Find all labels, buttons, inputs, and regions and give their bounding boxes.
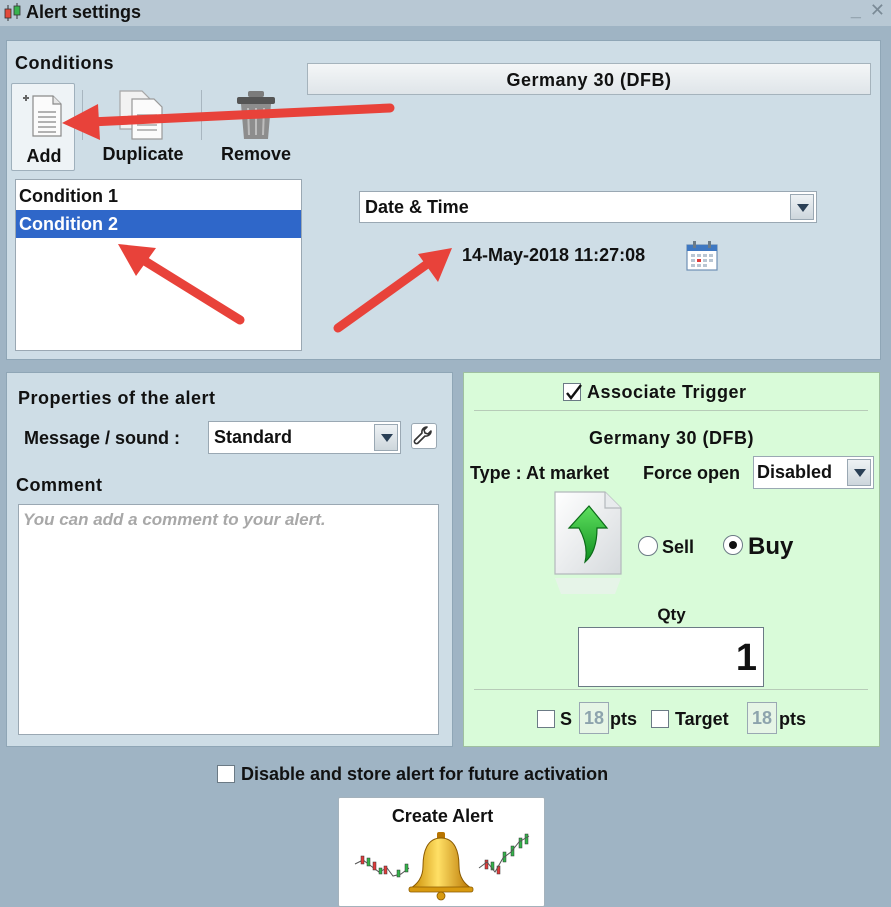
sell-radio[interactable] bbox=[638, 536, 658, 556]
trigger-instrument: Germany 30 (DFB) bbox=[588, 428, 755, 448]
stop-checkbox[interactable] bbox=[537, 710, 555, 728]
calendar-icon[interactable] bbox=[686, 240, 718, 271]
remove-label: Remove bbox=[220, 144, 292, 164]
trash-can-icon bbox=[237, 91, 275, 139]
chevron-down-icon[interactable] bbox=[374, 424, 398, 451]
add-document-icon bbox=[23, 95, 62, 137]
properties-heading: Properties of the alert bbox=[18, 388, 216, 408]
message-sound-label: Message / sound : bbox=[24, 428, 181, 448]
disable-store-checkbox[interactable] bbox=[217, 765, 235, 783]
comment-textarea[interactable]: You can add a comment to your alert. bbox=[18, 504, 439, 735]
buy-order-icon bbox=[554, 491, 622, 594]
force-open-value: Disabled bbox=[757, 462, 833, 482]
close-button[interactable]: ✕ bbox=[870, 0, 885, 20]
target-checkbox[interactable] bbox=[651, 710, 669, 728]
chevron-down-icon[interactable] bbox=[790, 194, 814, 220]
target-label: Target bbox=[675, 709, 729, 729]
stop-unit: pts bbox=[610, 709, 637, 729]
stop-label: S bbox=[560, 709, 573, 729]
instrument-header: Germany 30 (DFB) bbox=[307, 63, 871, 95]
duplicate-condition-button[interactable]: Duplicate bbox=[88, 85, 198, 170]
associate-trigger-checkbox[interactable] bbox=[563, 383, 582, 401]
condition-item-1[interactable]: Condition 1 bbox=[16, 182, 301, 210]
comment-placeholder: You can add a comment to your alert. bbox=[23, 510, 326, 529]
checkmark-icon bbox=[566, 384, 582, 400]
message-sound-select[interactable]: Standard bbox=[208, 421, 401, 454]
create-alert-label: Create Alert bbox=[391, 806, 494, 826]
duplicate-documents-icon bbox=[119, 90, 163, 140]
conditions-list[interactable]: Condition 1 Condition 2 bbox=[15, 179, 302, 351]
target-points-input[interactable]: 18 bbox=[747, 702, 777, 734]
qty-label: Qty bbox=[657, 605, 686, 624]
sound-settings-button[interactable] bbox=[411, 423, 437, 449]
condition-type-select[interactable]: Date & Time bbox=[359, 191, 817, 223]
minimize-button[interactable]: _ bbox=[851, 0, 861, 20]
message-sound-value: Standard bbox=[214, 427, 293, 447]
stop-points-input[interactable]: 18 bbox=[579, 702, 609, 734]
datetime-value[interactable]: 14-May-2018 11:27:08 bbox=[462, 245, 645, 266]
chevron-down-icon[interactable] bbox=[847, 459, 871, 486]
remove-condition-button[interactable]: Remove bbox=[208, 85, 304, 170]
add-label: Add bbox=[26, 146, 62, 166]
divider bbox=[474, 689, 868, 690]
candlestick-app-icon bbox=[4, 3, 21, 21]
wrench-icon bbox=[413, 426, 432, 445]
toolbar-separator bbox=[201, 90, 202, 140]
duplicate-label: Duplicate bbox=[102, 144, 184, 164]
add-condition-button[interactable]: Add bbox=[11, 83, 75, 171]
divider bbox=[474, 410, 868, 411]
sell-label: Sell bbox=[662, 537, 695, 557]
force-open-select[interactable]: Disabled bbox=[753, 456, 874, 489]
toolbar-separator bbox=[82, 90, 83, 140]
disable-store-label: Disable and store alert for future activ… bbox=[241, 764, 609, 784]
window-buttons: _ ✕ bbox=[851, 0, 885, 21]
order-type-label: Type : At market bbox=[470, 463, 610, 483]
target-unit: pts bbox=[779, 709, 806, 729]
conditions-heading: Conditions bbox=[15, 53, 114, 73]
condition-item-2[interactable]: Condition 2 bbox=[16, 210, 301, 238]
buy-label: Buy bbox=[748, 533, 794, 560]
create-alert-button[interactable]: Create Alert bbox=[338, 797, 545, 907]
force-open-label: Force open bbox=[643, 463, 741, 483]
buy-radio[interactable] bbox=[723, 535, 743, 555]
qty-input[interactable]: 1 bbox=[578, 627, 764, 687]
window-title: Alert settings bbox=[26, 2, 142, 22]
comment-heading: Comment bbox=[16, 475, 103, 495]
condition-type-value: Date & Time bbox=[365, 197, 469, 217]
bell-icon bbox=[354, 832, 530, 901]
associate-trigger-label: Associate Trigger bbox=[587, 382, 747, 402]
